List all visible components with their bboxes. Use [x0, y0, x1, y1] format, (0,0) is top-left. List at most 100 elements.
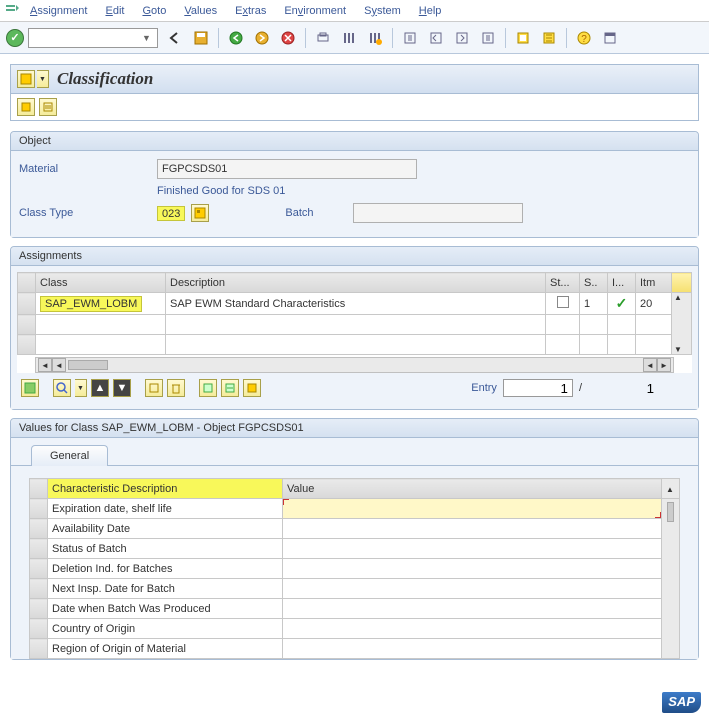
enter-icon[interactable]: ✓ [6, 29, 24, 47]
table-row[interactable]: SAP_EWM_LOBM SAP EWM Standard Characteri… [18, 293, 692, 315]
menu-goto[interactable]: Goto [134, 3, 174, 19]
sub-btn-1-icon[interactable] [17, 98, 35, 116]
char-val-1[interactable] [283, 519, 662, 539]
menu-environment[interactable]: Environment [276, 3, 354, 19]
entry-from[interactable] [503, 379, 573, 397]
char-desc-3: Deletion Ind. for Batches [48, 559, 283, 579]
menu-help[interactable]: Help [411, 3, 450, 19]
tab-general[interactable]: General [31, 445, 108, 466]
scroll-left-icon[interactable]: ◄ [38, 358, 52, 372]
scroll-right-icon[interactable]: ◄ [643, 358, 657, 372]
char-desc-4: Next Insp. Date for Batch [48, 579, 283, 599]
first-page-icon[interactable] [399, 27, 421, 49]
new-session-icon[interactable] [512, 27, 534, 49]
cell-st-checkbox[interactable] [557, 296, 569, 308]
sub-toolbar [11, 94, 698, 120]
atb-new-icon[interactable] [145, 379, 163, 397]
char-desc-1: Availability Date [48, 519, 283, 539]
scroll-down-icon[interactable]: ▼ [674, 345, 682, 354]
col-class[interactable]: Class [36, 273, 166, 293]
atb-filter-icon[interactable] [53, 379, 71, 397]
cancel-icon[interactable] [277, 27, 299, 49]
assignments-table: Class Description St... S.. I... Itm SAP… [17, 272, 692, 355]
atb-sel1-icon[interactable] [199, 379, 217, 397]
char-vscroll-header: ▲ [662, 479, 680, 499]
char-scroll-thumb[interactable] [667, 502, 674, 522]
dropdown-icon[interactable]: ▼ [142, 33, 151, 43]
material-field: FGPCSDS01 [157, 159, 417, 179]
atb-sel3-icon[interactable] [243, 379, 261, 397]
table-row[interactable]: Expiration date, shelf life [30, 499, 680, 519]
atb-sel2-icon[interactable] [221, 379, 239, 397]
next-page-icon[interactable] [451, 27, 473, 49]
material-desc: Finished Good for SDS 01 [157, 185, 285, 197]
title-btn-1-drop-icon[interactable]: ▼ [37, 70, 49, 88]
table-row[interactable] [18, 335, 692, 355]
table-row[interactable] [18, 315, 692, 335]
scroll-thumb[interactable] [68, 360, 108, 370]
help-icon[interactable]: ? [573, 27, 595, 49]
hscroll[interactable]: ◄ ◄ ◄ ► [35, 357, 674, 373]
atb-detail-icon[interactable] [21, 379, 39, 397]
back-btn-icon[interactable] [225, 27, 247, 49]
atb-delete-icon[interactable] [167, 379, 185, 397]
col-i[interactable]: I... [608, 273, 636, 293]
char-val-6[interactable] [283, 619, 662, 639]
table-row[interactable]: Country of Origin [30, 619, 680, 639]
menu-edit[interactable]: Edit [97, 3, 132, 19]
col-s[interactable]: S.. [580, 273, 608, 293]
back-icon[interactable] [164, 27, 186, 49]
cell-class: SAP_EWM_LOBM [40, 296, 142, 312]
col-desc[interactable]: Description [166, 273, 546, 293]
sub-btn-2-icon[interactable] [39, 98, 57, 116]
layout-icon[interactable] [599, 27, 621, 49]
print-icon[interactable] [312, 27, 334, 49]
cell-desc: SAP EWM Standard Characteristics [166, 293, 546, 315]
table-config-icon[interactable] [672, 273, 692, 293]
table-row[interactable]: Next Insp. Date for Batch [30, 579, 680, 599]
save-icon[interactable] [190, 27, 212, 49]
values-panel: Values for Class SAP_EWM_LOBM - Object F… [10, 418, 699, 660]
table-row[interactable]: Status of Batch [30, 539, 680, 559]
last-page-icon[interactable] [477, 27, 499, 49]
scroll-left2-icon[interactable]: ◄ [52, 358, 66, 372]
app-menu-icon[interactable] [4, 3, 20, 19]
char-val-7[interactable] [283, 639, 662, 659]
atb-down-icon[interactable]: ▼ [113, 379, 131, 397]
table-row[interactable]: Deletion Ind. for Batches [30, 559, 680, 579]
command-field[interactable] [28, 28, 158, 48]
row-selector[interactable] [18, 293, 36, 315]
menu-extras[interactable]: Extras [227, 3, 274, 19]
table-row[interactable]: Availability Date [30, 519, 680, 539]
find-icon[interactable] [338, 27, 360, 49]
find-next-icon[interactable] [364, 27, 386, 49]
scroll-right2-icon[interactable]: ► [657, 358, 671, 372]
table-row[interactable]: Region of Origin of Material [30, 639, 680, 659]
col-char-val[interactable]: Value [283, 479, 662, 499]
table-row[interactable]: Date when Batch Was Produced [30, 599, 680, 619]
menu-values[interactable]: Values [176, 3, 225, 19]
atb-up-icon[interactable]: ▲ [91, 379, 109, 397]
prev-page-icon[interactable] [425, 27, 447, 49]
class-type-help-icon[interactable] [191, 204, 209, 222]
char-val-0[interactable] [283, 499, 662, 519]
title-btn-1-icon[interactable] [17, 70, 35, 88]
material-label: Material [19, 163, 149, 175]
menu-assignment[interactable]: Assignment [22, 3, 95, 19]
col-itm[interactable]: Itm [636, 273, 672, 293]
char-val-4[interactable] [283, 579, 662, 599]
char-desc-0: Expiration date, shelf life [48, 499, 283, 519]
char-desc-2: Status of Batch [48, 539, 283, 559]
atb-filter-drop-icon[interactable]: ▼ [75, 379, 87, 397]
col-st[interactable]: St... [546, 273, 580, 293]
entry-to [588, 379, 658, 397]
menu-system[interactable]: System [356, 3, 409, 19]
char-val-5[interactable] [283, 599, 662, 619]
exit-icon[interactable] [251, 27, 273, 49]
char-val-3[interactable] [283, 559, 662, 579]
shortcut-icon[interactable] [538, 27, 560, 49]
col-char-desc[interactable]: Characteristic Description [48, 479, 283, 499]
assignments-toolbar: ▼ ▲ ▼ Entry / [17, 373, 692, 403]
scroll-up-icon[interactable]: ▲ [674, 293, 682, 302]
char-val-2[interactable] [283, 539, 662, 559]
